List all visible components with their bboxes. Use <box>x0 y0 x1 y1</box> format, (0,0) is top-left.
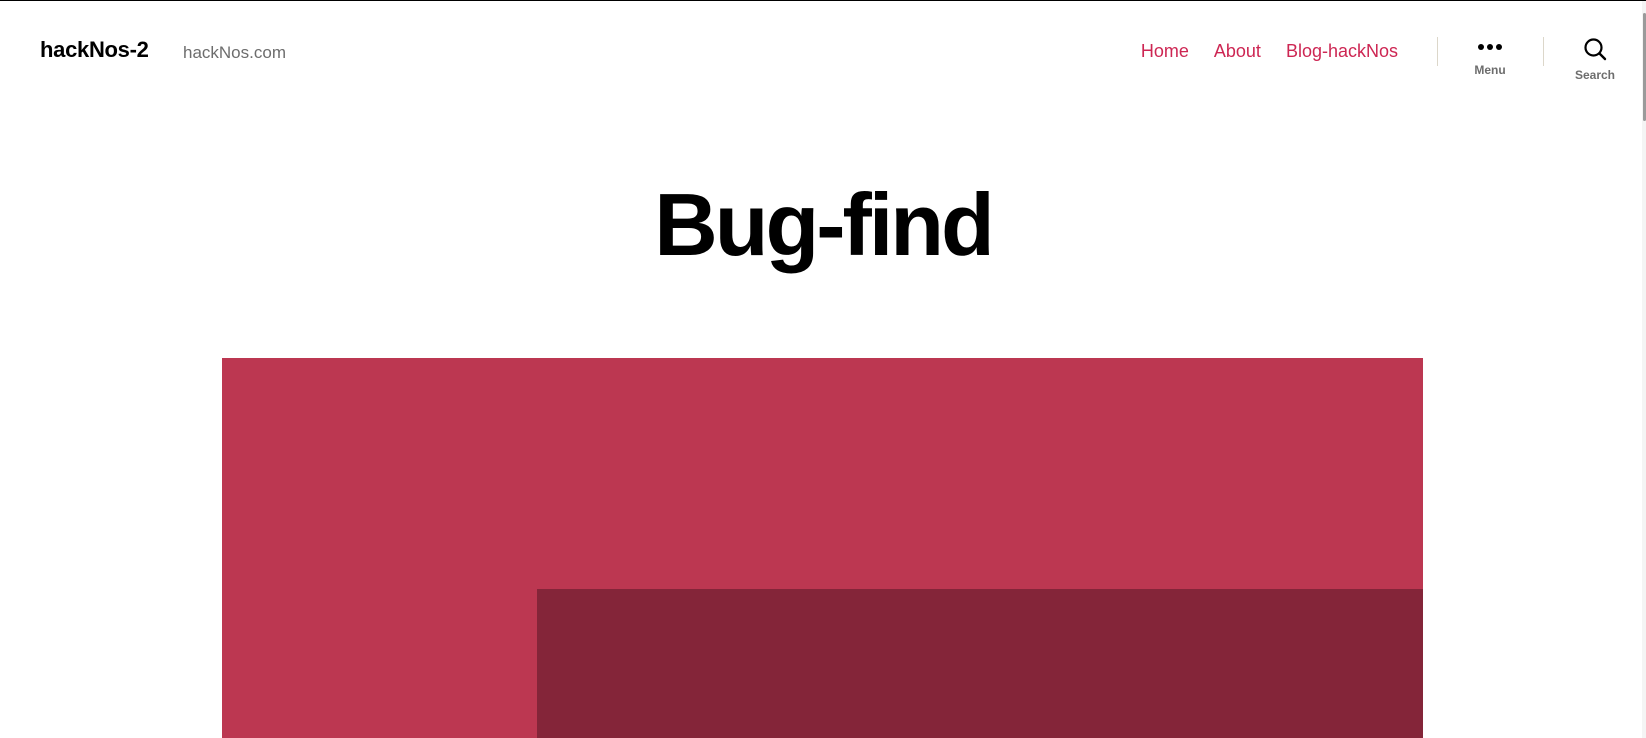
featured-image <box>222 358 1423 738</box>
featured-image-block <box>537 589 1423 738</box>
nav-blog-hacknos[interactable]: Blog-hackNos <box>1286 41 1398 62</box>
search-icon <box>1584 38 1607 61</box>
nav-about[interactable]: About <box>1214 41 1261 62</box>
more-dots-icon <box>1478 37 1502 57</box>
menu-toggle-button[interactable]: Menu <box>1450 37 1530 77</box>
nav-separator <box>1437 37 1438 66</box>
scrollbar[interactable] <box>1642 1 1646 738</box>
site-description: hackNos.com <box>183 43 286 62</box>
site-title[interactable]: hackNos-2 <box>40 37 149 63</box>
nav-home[interactable]: Home <box>1141 41 1189 62</box>
primary-nav: Home About Blog-hackNos <box>1141 41 1398 62</box>
menu-label: Menu <box>1474 63 1506 77</box>
search-toggle-button[interactable]: Search <box>1555 37 1635 82</box>
post-title: Bug-find <box>654 175 995 274</box>
search-label: Search <box>1574 68 1616 82</box>
toggle-separator <box>1543 37 1544 66</box>
page: hackNos-2 hackNos.com Home About Blog-ha… <box>0 0 1646 738</box>
